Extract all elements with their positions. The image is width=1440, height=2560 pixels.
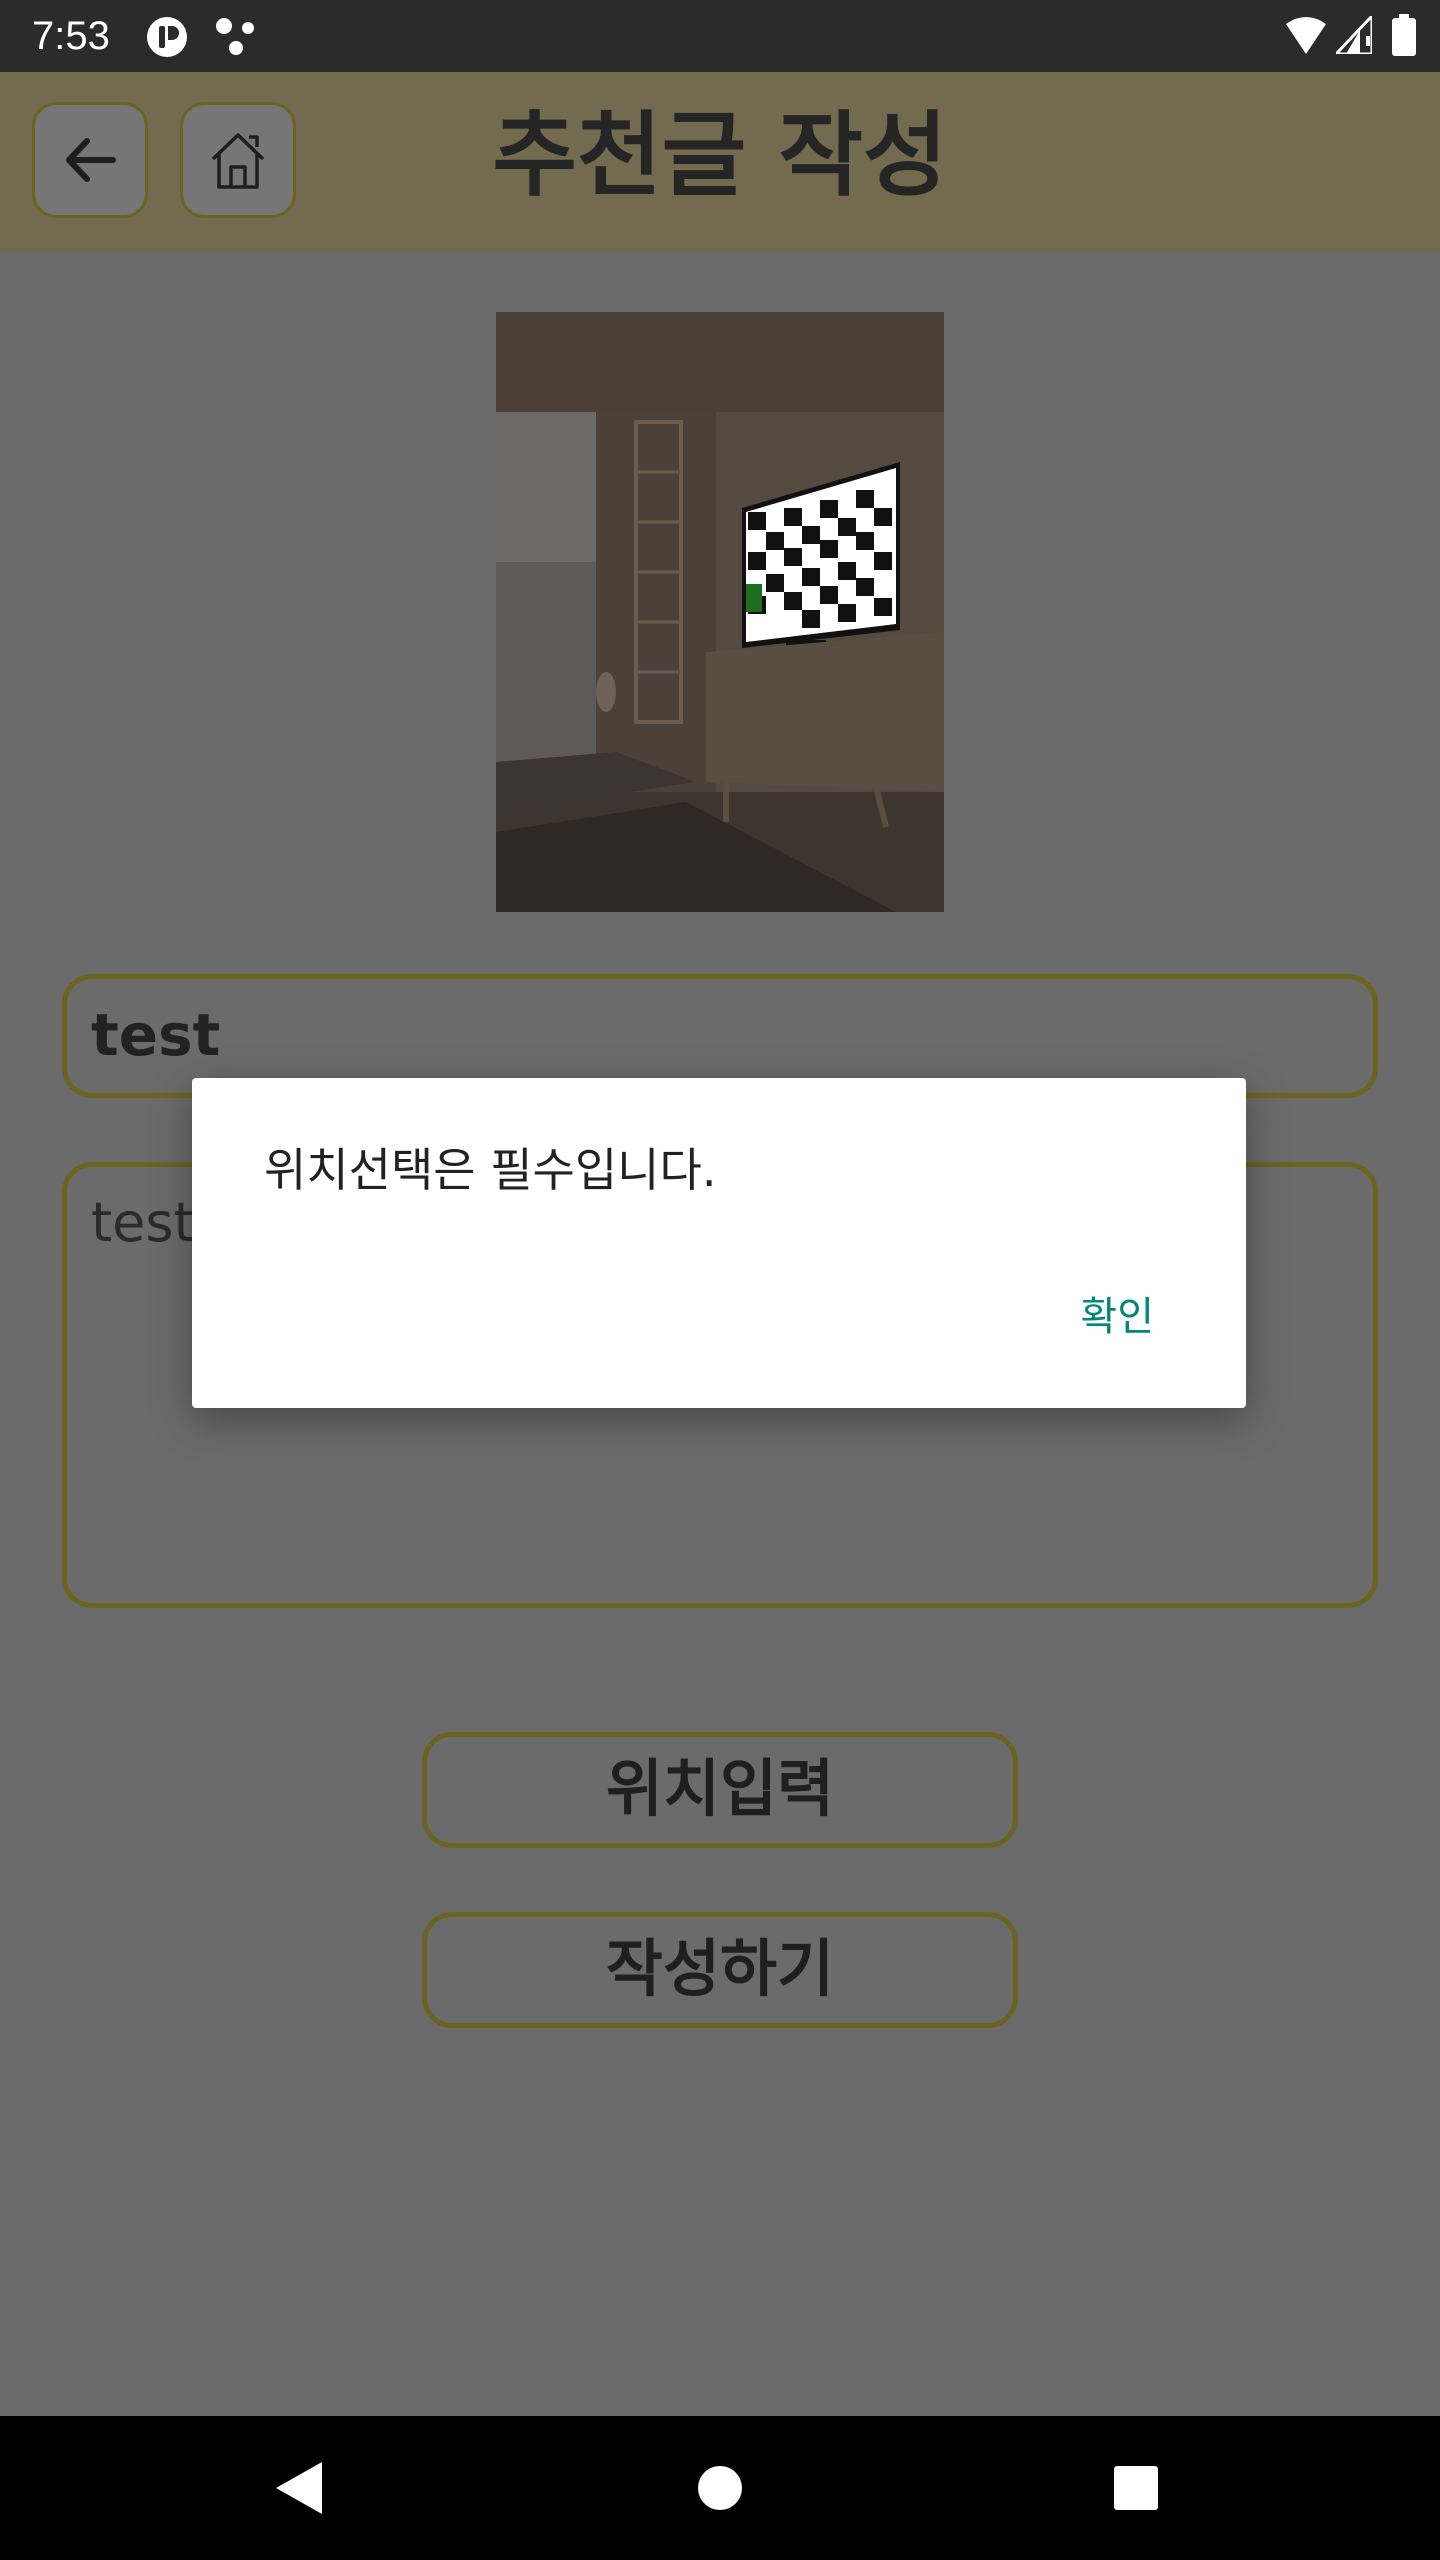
submit-post-button[interactable]: 작성하기 [422, 1912, 1018, 2028]
app-notification-icon [147, 17, 187, 57]
page-title: 추천글 작성 [492, 102, 948, 209]
wifi-icon [1286, 17, 1326, 54]
back-triangle-icon[interactable] [274, 2460, 324, 2516]
status-bar: 7:53 [0, 0, 1440, 72]
location-input-button[interactable]: 위치입력 [422, 1732, 1018, 1848]
alert-dialog: 위치선택은 필수입니다. 확인 [192, 1078, 1246, 1408]
status-time: 7:53 [32, 14, 110, 58]
dialog-confirm-button[interactable]: 확인 [1080, 1284, 1154, 1342]
room-image [496, 312, 944, 912]
signal-icon [1336, 16, 1372, 54]
home-circle-icon[interactable] [698, 2466, 742, 2510]
post-photo[interactable] [496, 312, 944, 912]
dots-icon [216, 18, 254, 55]
battery-icon [1392, 14, 1416, 56]
recents-square-icon[interactable] [1114, 2466, 1158, 2510]
dialog-message: 위치선택은 필수입니다. [264, 1143, 717, 1197]
